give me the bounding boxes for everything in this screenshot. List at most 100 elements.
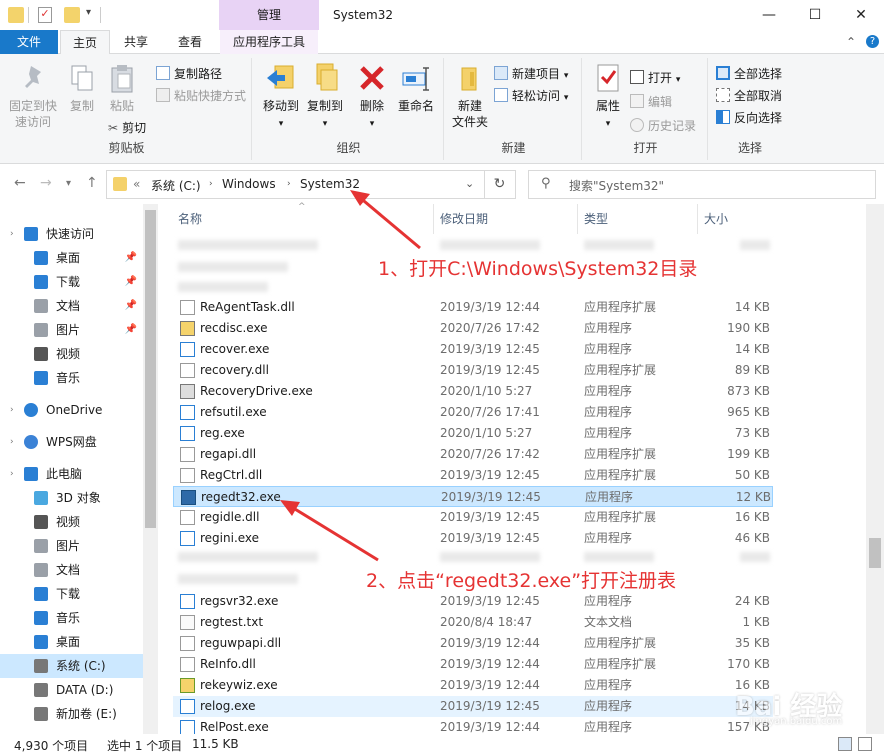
nav-item[interactable]: 音乐 <box>0 606 143 630</box>
file-row[interactable]: RegCtrl.dll 2019/3/19 12:45 应用程序扩展 50 KB <box>173 465 773 486</box>
tab-app-tools[interactable]: 应用程序工具 <box>220 30 318 54</box>
address-bar[interactable]: « 系统 (C:) › Windows › System32 ⌄ <box>106 170 516 199</box>
breadcrumb-system32[interactable]: System32 <box>300 177 360 191</box>
pin-to-quick-access-button[interactable]: 固定到快 速访问 <box>6 62 60 130</box>
nav-item[interactable]: 桌面 <box>0 630 143 654</box>
refresh-icon[interactable]: ↻ <box>484 171 514 198</box>
file-row[interactable]: regedt32.exe 2019/3/19 12:45 应用程序 12 KB <box>173 486 773 507</box>
file-row[interactable]: regini.exe 2019/3/19 12:45 应用程序 46 KB <box>173 528 773 549</box>
edit-button[interactable]: 编辑 <box>630 92 672 112</box>
up-arrow-icon[interactable]: ↑ <box>86 175 98 191</box>
manage-context-tab[interactable]: 管理 <box>219 0 319 30</box>
easy-access-button[interactable]: 轻松访问 ▾ <box>494 86 568 106</box>
file-row[interactable]: reguwpapi.dll 2019/3/19 12:44 应用程序扩展 35 KB <box>173 633 773 654</box>
new-folder-quick-icon[interactable] <box>64 7 80 23</box>
tab-view[interactable]: 查看 <box>162 30 218 54</box>
column-date[interactable]: 修改日期 <box>434 204 578 234</box>
nav-item[interactable]: DATA (D:) <box>0 678 143 702</box>
nav-item[interactable]: 图片 <box>0 534 143 558</box>
nav-item[interactable]: 下载 📌 <box>0 270 143 294</box>
file-row[interactable]: regidle.dll 2019/3/19 12:45 应用程序扩展 16 KB <box>173 507 773 528</box>
cut-button[interactable]: ✂ 剪切 <box>108 118 146 138</box>
column-size[interactable]: 大小 <box>698 204 776 234</box>
maximize-button[interactable]: ☐ <box>792 0 838 30</box>
file-row[interactable]: regsvr32.exe 2019/3/19 12:45 应用程序 24 KB <box>173 591 773 612</box>
file-name: regsvr32.exe <box>200 594 279 608</box>
invert-selection-button[interactable]: 反向选择 <box>716 108 782 128</box>
minimize-button[interactable]: — <box>746 0 792 30</box>
nav-item[interactable]: 此电脑 › <box>0 462 143 486</box>
file-row[interactable]: reg.exe 2020/1/10 5:27 应用程序 73 KB <box>173 423 773 444</box>
nav-item[interactable]: 桌面 📌 <box>0 246 143 270</box>
search-input[interactable]: ⚲ 搜索"System32" <box>528 170 876 199</box>
nav-item[interactable]: 音乐 <box>0 366 143 390</box>
copy-button[interactable]: 复制 <box>64 62 100 114</box>
file-row[interactable]: rekeywiz.exe 2019/3/19 12:44 应用程序 16 KB <box>173 675 773 696</box>
paste-button[interactable]: 粘贴 <box>104 62 140 114</box>
breadcrumb-overflow[interactable]: « <box>133 177 140 191</box>
properties-quick-icon[interactable]: ✓ <box>38 7 52 23</box>
recent-locations-icon[interactable]: ▾ <box>66 178 71 189</box>
file-row[interactable]: ReInfo.dll 2019/3/19 12:44 应用程序扩展 170 KB <box>173 654 773 675</box>
large-icons-view-icon[interactable] <box>858 737 872 751</box>
customize-quick-access-icon[interactable]: ▾ <box>86 7 91 23</box>
history-button[interactable]: 历史记录 <box>630 116 696 136</box>
expand-chevron-icon[interactable]: › <box>10 430 14 454</box>
file-row[interactable]: recdisc.exe 2020/7/26 17:42 应用程序 190 KB <box>173 318 773 339</box>
details-view-icon[interactable] <box>838 737 852 751</box>
copy-path-button[interactable]: 复制路径 <box>156 64 222 84</box>
expand-chevron-icon[interactable]: › <box>10 222 14 246</box>
nav-item[interactable]: 视频 <box>0 510 143 534</box>
help-icon[interactable]: ? <box>866 35 879 48</box>
new-folder-button[interactable]: 新建 文件夹 <box>448 62 492 130</box>
back-arrow-icon[interactable]: ← <box>14 175 26 191</box>
file-row[interactable]: recovery.dll 2019/3/19 12:45 应用程序扩展 89 KB <box>173 360 773 381</box>
nav-item[interactable]: 图片 📌 <box>0 318 143 342</box>
list-scrollbar[interactable] <box>866 204 884 734</box>
expand-chevron-icon[interactable]: › <box>10 398 14 422</box>
select-all-button[interactable]: 全部选择 <box>716 64 782 84</box>
expand-chevron-icon[interactable]: › <box>10 462 14 486</box>
forward-arrow-icon[interactable]: → <box>40 175 52 191</box>
nav-item[interactable]: 文档 📌 <box>0 294 143 318</box>
tab-file[interactable]: 文件 <box>0 30 58 54</box>
move-to-button[interactable]: 移动到 ▾ <box>260 62 302 132</box>
tab-share[interactable]: 共享 <box>112 30 160 54</box>
file-row[interactable]: regtest.txt 2020/8/4 18:47 文本文档 1 KB <box>173 612 773 633</box>
close-button[interactable]: ✕ <box>838 0 884 30</box>
chevron-right-icon[interactable]: › <box>209 179 213 189</box>
nav-item[interactable]: 下载 <box>0 582 143 606</box>
breadcrumb-drive-c[interactable]: 系统 (C:) <box>151 177 201 194</box>
column-type[interactable]: 类型 <box>578 204 698 234</box>
address-dropdown-icon[interactable]: ⌄ <box>465 177 474 190</box>
file-row[interactable]: refsutil.exe 2020/7/26 17:41 应用程序 965 KB <box>173 402 773 423</box>
select-none-button[interactable]: 全部取消 <box>716 86 782 106</box>
paste-shortcut-button[interactable]: 粘贴快捷方式 <box>156 86 246 106</box>
file-row[interactable]: ReAgentTask.dll 2019/3/19 12:44 应用程序扩展 14 K… <box>173 297 773 318</box>
nav-item[interactable]: 3D 对象 <box>0 486 143 510</box>
list-scrollbar-thumb[interactable] <box>869 538 881 568</box>
delete-button[interactable]: 删除 ▾ <box>354 62 390 132</box>
file-row[interactable]: recover.exe 2019/3/19 12:45 应用程序 14 KB <box>173 339 773 360</box>
tab-home[interactable]: 主页 <box>60 30 110 55</box>
file-row[interactable]: relog.exe 2019/3/19 12:45 应用程序 14 KB <box>173 696 773 717</box>
file-type: 应用程序扩展 <box>584 636 657 650</box>
nav-item[interactable]: OneDrive › <box>0 398 143 422</box>
open-button[interactable]: 打开 ▾ <box>630 68 680 88</box>
nav-item[interactable]: 新加卷 (E:) <box>0 702 143 726</box>
properties-button[interactable]: 属性 ▾ <box>588 62 628 132</box>
nav-item[interactable]: WPS网盘 › <box>0 430 143 454</box>
nav-item[interactable]: 文档 <box>0 558 143 582</box>
chevron-right-icon[interactable]: › <box>287 179 291 189</box>
nav-item[interactable]: 系统 (C:) <box>0 654 143 678</box>
file-row[interactable]: regapi.dll 2020/7/26 17:42 应用程序扩展 199 KB <box>173 444 773 465</box>
breadcrumb-windows[interactable]: Windows <box>222 177 276 191</box>
nav-scrollbar-thumb[interactable] <box>145 210 156 528</box>
nav-item[interactable]: 视频 <box>0 342 143 366</box>
copy-to-button[interactable]: 复制到 ▾ <box>304 62 346 132</box>
collapse-ribbon-icon[interactable]: ⌃ <box>846 35 856 49</box>
file-row[interactable]: RecoveryDrive.exe 2020/1/10 5:27 应用程序 873 K… <box>173 381 773 402</box>
rename-button[interactable]: 重命名 <box>394 62 438 114</box>
new-item-button[interactable]: 新建项目 ▾ <box>494 64 568 84</box>
nav-item[interactable]: 快速访问 › <box>0 222 143 246</box>
